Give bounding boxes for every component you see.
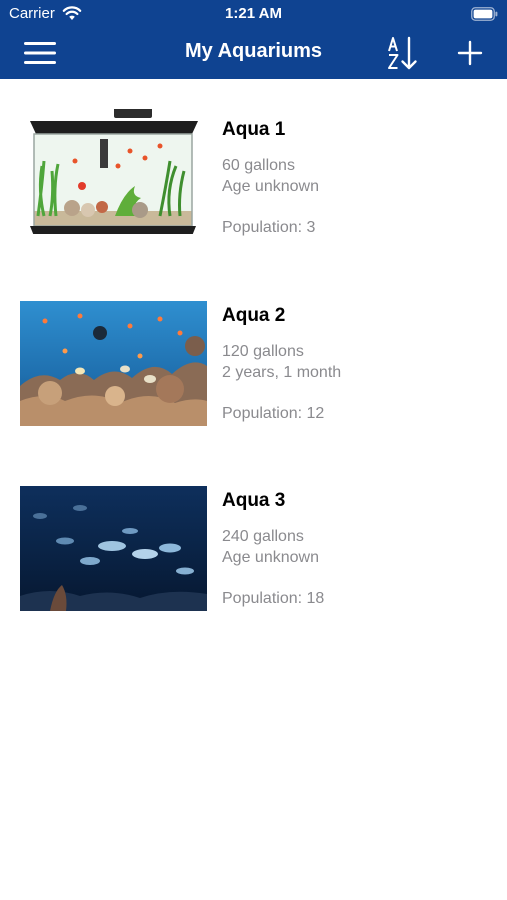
aquarium-row[interactable]: Aqua 3 240 gallons Age unknown Populatio…: [0, 486, 507, 636]
aquarium-row[interactable]: Aqua 1 60 gallons Age unknown Population…: [0, 109, 507, 259]
aquarium-row[interactable]: Aqua 2 120 gallons 2 years, 1 month Popu…: [0, 301, 507, 451]
aquarium-name: Aqua 3: [222, 490, 286, 511]
aquarium-name: Aqua 1: [222, 119, 286, 140]
aquarium-volume: 240 gallons: [222, 528, 304, 545]
aquarium-volume: 120 gallons: [222, 343, 304, 360]
plus-icon[interactable]: [455, 38, 485, 68]
battery-icon: [471, 7, 498, 21]
aquarium-age: Age unknown: [222, 178, 319, 195]
aquarium-volume: 60 gallons: [222, 157, 295, 174]
page-title: My Aquariums: [184, 40, 323, 62]
clock: 1:21 AM: [225, 5, 282, 22]
aquarium-age: Age unknown: [222, 549, 319, 566]
aquarium-tank-image: [20, 109, 207, 234]
aquarium-population: Population: 18: [222, 590, 325, 607]
top-bar: Carrier 1:21 AM My Aquariums: [0, 0, 507, 79]
navigation-bar: My Aquariums: [0, 28, 507, 79]
aquarium-population: Population: 3: [222, 219, 316, 236]
coral-reef-image: [20, 301, 207, 426]
deep-sea-fish-image: [20, 486, 207, 611]
status-bar: Carrier 1:21 AM: [0, 0, 507, 28]
aquarium-population: Population: 12: [222, 405, 325, 422]
aquarium-name: Aqua 2: [222, 305, 286, 326]
sort-a-z-icon[interactable]: [385, 34, 421, 72]
aquarium-age: 2 years, 1 month: [222, 364, 342, 381]
